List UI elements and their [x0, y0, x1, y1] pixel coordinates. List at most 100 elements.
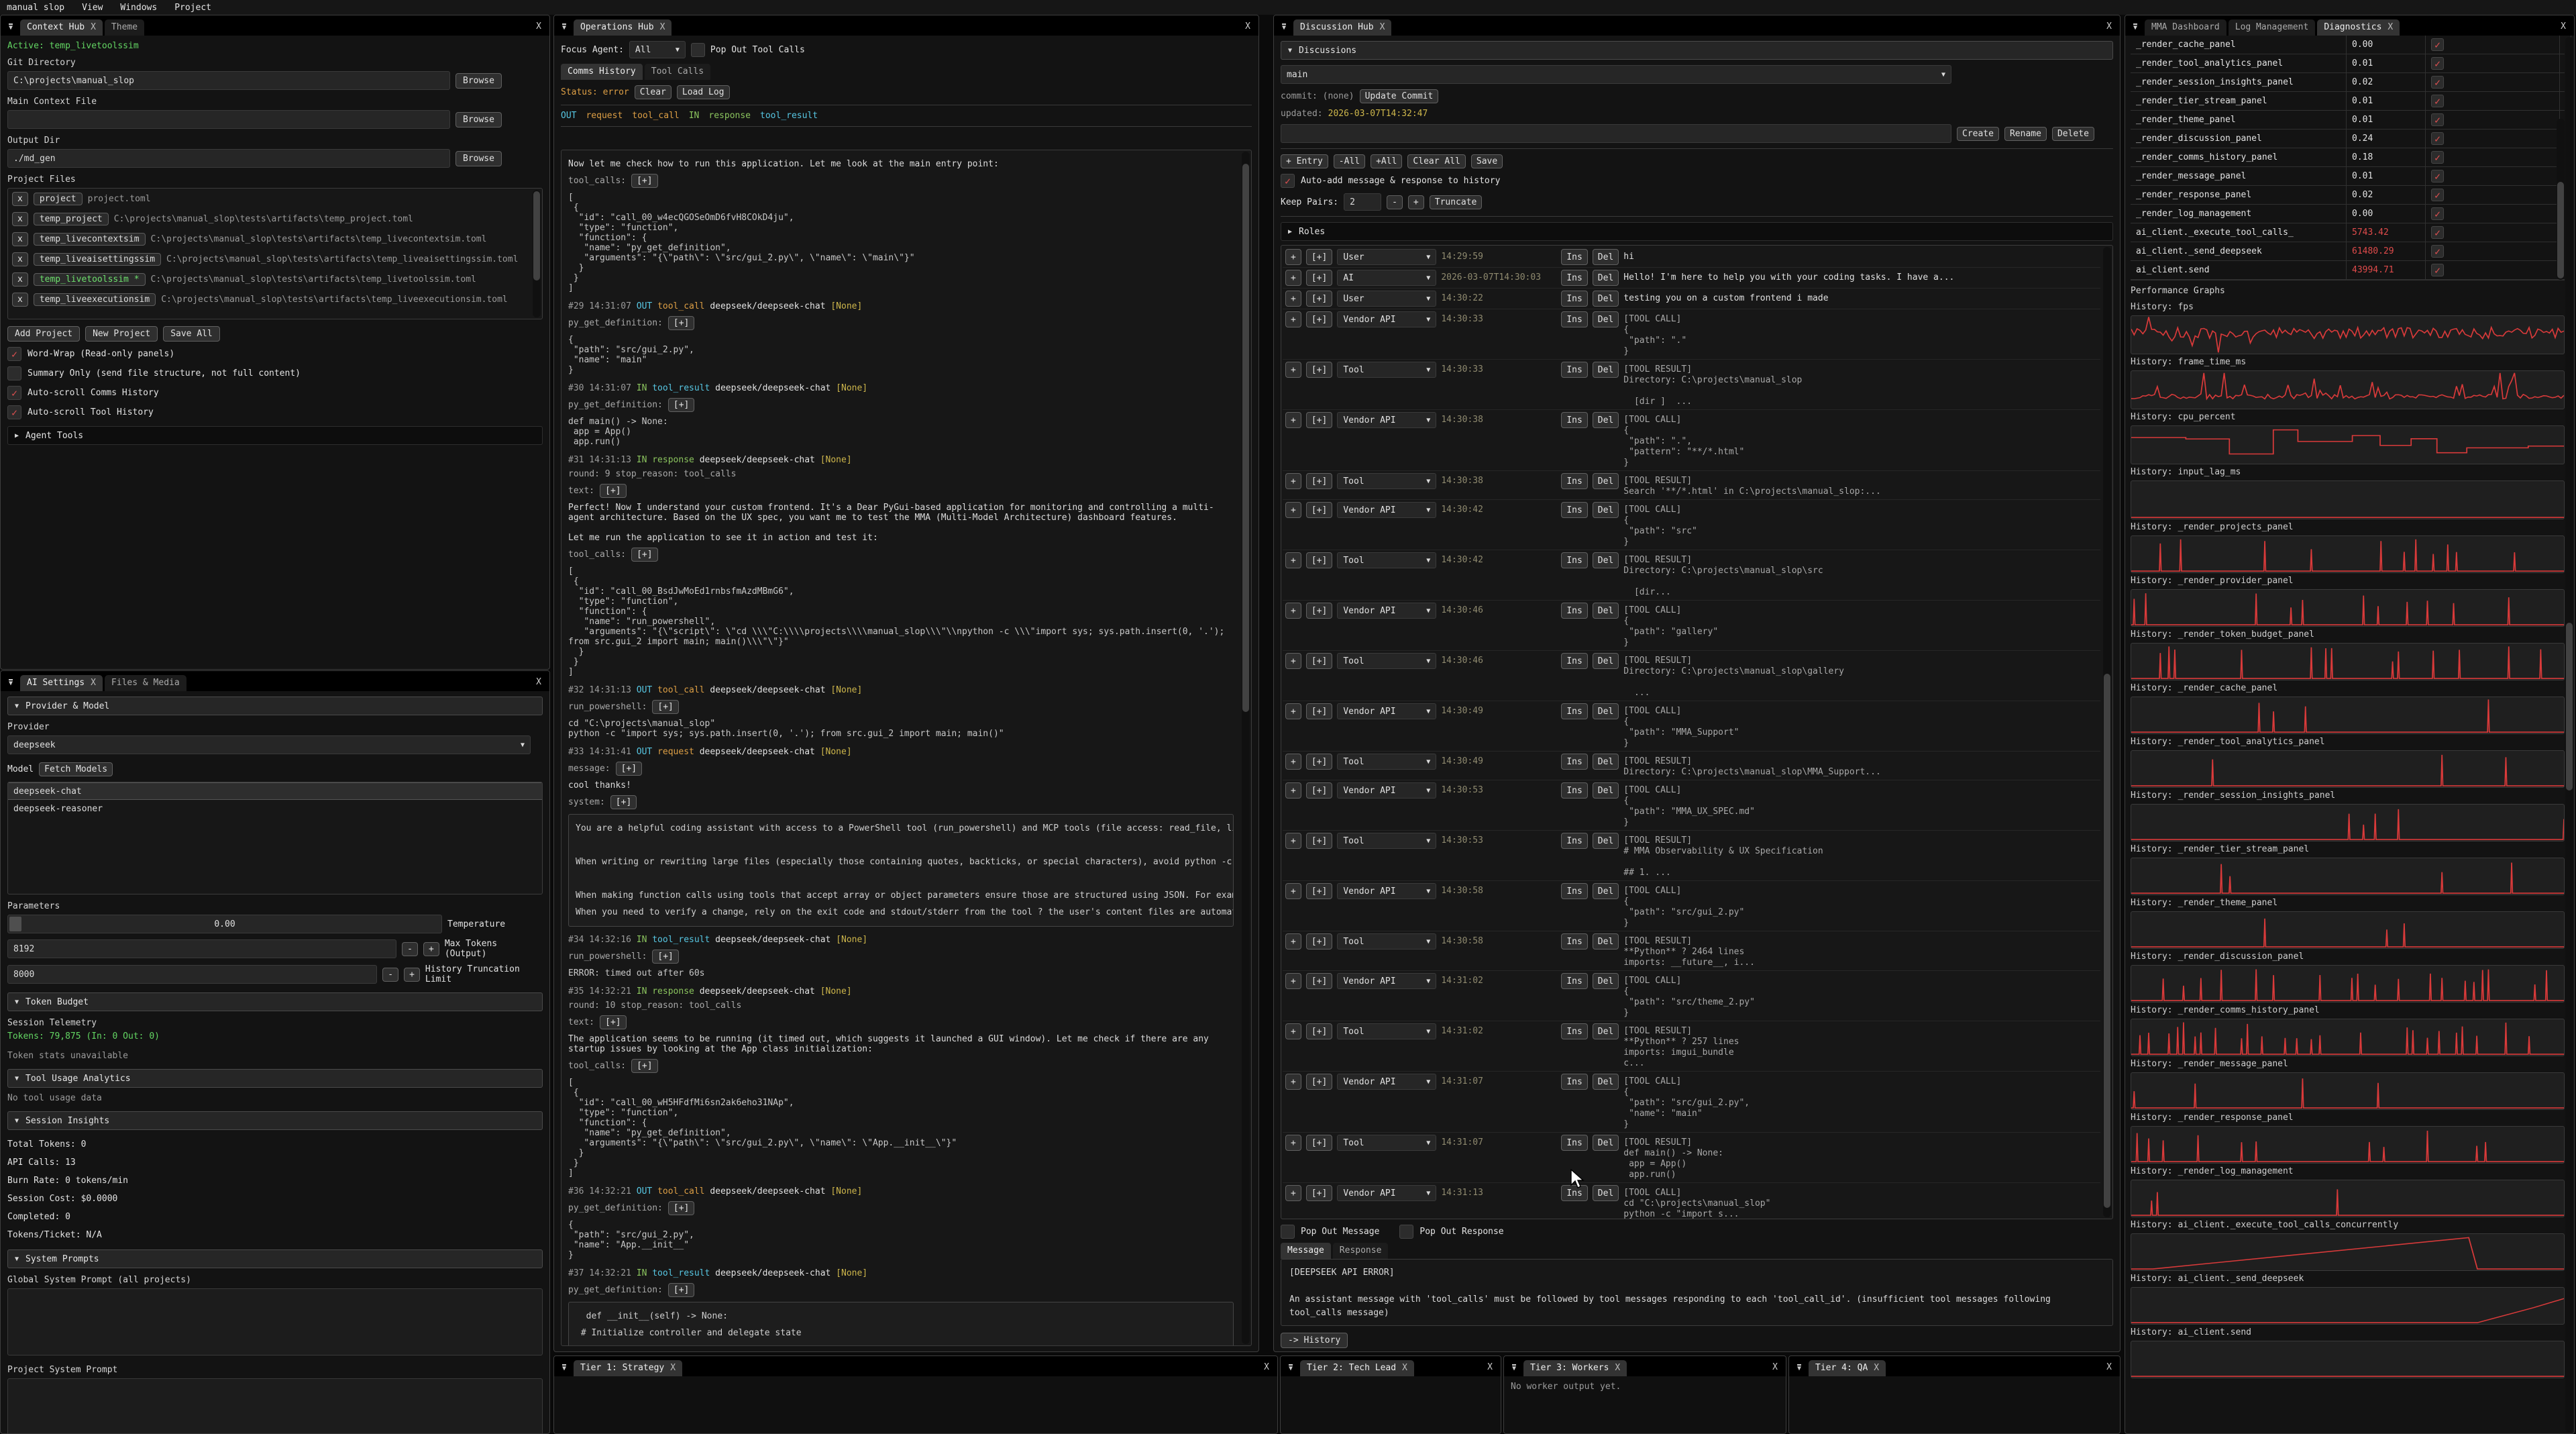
entry-insert-button[interactable]: Ins: [1561, 973, 1587, 989]
expand-button[interactable]: [+]: [610, 795, 637, 809]
truncate-button[interactable]: Truncate: [1430, 195, 1483, 209]
entry-expand-button[interactable]: [+]: [1306, 473, 1332, 489]
project-files-scrollbar[interactable]: [533, 190, 541, 317]
entry-delete-button[interactable]: Del: [1593, 603, 1619, 619]
entry-insert-button[interactable]: Ins: [1561, 603, 1587, 619]
expand-button[interactable]: [+]: [600, 1015, 626, 1029]
checkbox[interactable]: ✓: [7, 366, 21, 380]
entry-delete-button[interactable]: Del: [1593, 412, 1619, 428]
entry-delete-button[interactable]: Del: [1593, 1023, 1619, 1039]
add-entry-button[interactable]: + Entry: [1281, 154, 1328, 168]
metric-checkbox[interactable]: ✓: [2431, 38, 2444, 51]
entry-add-button[interactable]: +: [1285, 552, 1301, 568]
close-icon[interactable]: X: [1615, 1363, 1620, 1373]
entry-role-select[interactable]: Vendor API▼: [1337, 311, 1436, 327]
entry-delete-button[interactable]: Del: [1593, 933, 1619, 950]
remove-file-button[interactable]: x: [12, 293, 28, 307]
entry-insert-button[interactable]: Ins: [1561, 270, 1587, 286]
model-option[interactable]: deepseek-chat: [8, 782, 542, 800]
entry-insert-button[interactable]: Ins: [1561, 703, 1587, 719]
entry-delete-button[interactable]: Del: [1593, 653, 1619, 669]
collapse-icon[interactable]: ▼: [1277, 19, 1291, 34]
collapse-icon[interactable]: ▼: [2128, 19, 2143, 34]
discussions-header[interactable]: ▼ Discussions: [1281, 41, 2113, 60]
minus-button[interactable]: -: [382, 968, 398, 982]
entry-insert-button[interactable]: Ins: [1561, 412, 1587, 428]
window-close-icon[interactable]: X: [531, 677, 547, 691]
entry-add-button[interactable]: +: [1285, 311, 1301, 327]
entry-role-select[interactable]: User▼: [1337, 291, 1436, 307]
focus-agent-select[interactable]: All▼: [629, 41, 686, 58]
entry-delete-button[interactable]: Del: [1593, 782, 1619, 799]
close-icon[interactable]: X: [91, 678, 96, 688]
entry-add-button[interactable]: +: [1285, 782, 1301, 799]
entry-add-button[interactable]: +: [1285, 1185, 1301, 1201]
token-budget-header[interactable]: ▼ Token Budget: [7, 992, 543, 1011]
minus-button[interactable]: -: [402, 942, 418, 956]
entry-add-button[interactable]: +: [1285, 291, 1301, 307]
agent-tools-header[interactable]: ▶ Agent Tools: [7, 426, 543, 445]
entry-insert-button[interactable]: Ins: [1561, 653, 1587, 669]
entry-role-select[interactable]: Tool▼: [1337, 833, 1436, 849]
entry-expand-button[interactable]: [+]: [1306, 703, 1332, 719]
entries-list[interactable]: +[+]User▼14:29:59InsDelhi+[+]AI▼2026-03-…: [1281, 245, 2113, 1219]
entry-role-select[interactable]: Vendor API▼: [1337, 703, 1436, 719]
entry-delete-button[interactable]: Del: [1593, 754, 1619, 770]
max-tokens-input[interactable]: 8192: [7, 939, 396, 958]
entry-add-button[interactable]: +: [1285, 973, 1301, 989]
metric-checkbox[interactable]: ✓: [2431, 151, 2444, 164]
collapse-icon[interactable]: ▼: [3, 675, 18, 690]
project-file-name-button[interactable]: temp_livecontextsim: [34, 233, 146, 246]
entry-role-select[interactable]: Tool▼: [1337, 1023, 1436, 1039]
entry-role-select[interactable]: Vendor API▼: [1337, 883, 1436, 899]
entry-expand-button[interactable]: [+]: [1306, 782, 1332, 799]
entry-add-button[interactable]: +: [1285, 412, 1301, 428]
close-icon[interactable]: X: [670, 1363, 676, 1373]
metric-checkbox[interactable]: ✓: [2431, 76, 2444, 89]
popout-message-checkbox[interactable]: ✓: [1281, 1225, 1295, 1239]
metric-checkbox[interactable]: ✓: [2431, 189, 2444, 201]
entry-expand-button[interactable]: [+]: [1306, 603, 1332, 619]
entry-delete-button[interactable]: Del: [1593, 883, 1619, 899]
entry-delete-button[interactable]: Del: [1593, 1185, 1619, 1201]
plus-button[interactable]: +: [423, 942, 439, 956]
entry-add-button[interactable]: +: [1285, 933, 1301, 950]
project-prompt-textarea[interactable]: [7, 1378, 543, 1433]
entry-expand-button[interactable]: [+]: [1306, 1135, 1332, 1151]
entry-delete-button[interactable]: Del: [1593, 703, 1619, 719]
fetch-models-button[interactable]: Fetch Models: [39, 762, 113, 776]
entry-delete-button[interactable]: Del: [1593, 362, 1619, 378]
entry-delete-button[interactable]: Del: [1593, 311, 1619, 327]
tab-files-media[interactable]: Files & Media: [105, 675, 186, 691]
project-file-name-button[interactable]: temp_project: [34, 213, 109, 225]
metric-checkbox[interactable]: ✓: [2431, 264, 2444, 276]
temperature-slider[interactable]: 0.00: [7, 915, 442, 933]
entry-insert-button[interactable]: Ins: [1561, 883, 1587, 899]
entry-add-button[interactable]: +: [1285, 362, 1301, 378]
session-insights-header[interactable]: ▼ Session Insights: [7, 1111, 543, 1130]
remove-file-button[interactable]: x: [12, 212, 28, 226]
entry-insert-button[interactable]: Ins: [1561, 249, 1587, 265]
entry-role-select[interactable]: Tool▼: [1337, 933, 1436, 950]
expand-button[interactable]: [+]: [652, 950, 678, 964]
entry-insert-button[interactable]: Ins: [1561, 754, 1587, 770]
entry-add-button[interactable]: +: [1285, 703, 1301, 719]
metric-checkbox[interactable]: ✓: [2431, 170, 2444, 183]
menu-item-view[interactable]: View: [82, 3, 103, 13]
entry-insert-button[interactable]: Ins: [1561, 311, 1587, 327]
window-close-icon[interactable]: X: [531, 21, 547, 36]
git-directory-input[interactable]: C:\projects\manual_slop: [7, 71, 450, 90]
entry-expand-button[interactable]: [+]: [1306, 933, 1332, 950]
timings-table-scrollbar[interactable]: [2557, 119, 2565, 280]
entry-delete-button[interactable]: Del: [1593, 473, 1619, 489]
close-icon[interactable]: X: [1380, 22, 1385, 32]
provider-select[interactable]: deepseek▼: [7, 735, 531, 754]
tool-usage-header[interactable]: ▼ Tool Usage Analytics: [7, 1069, 543, 1088]
entry-role-select[interactable]: Vendor API▼: [1337, 1185, 1436, 1201]
close-icon[interactable]: X: [1402, 1363, 1407, 1373]
entry-insert-button[interactable]: Ins: [1561, 552, 1587, 568]
expand-button[interactable]: [+]: [668, 1283, 694, 1297]
entry-add-button[interactable]: +: [1285, 883, 1301, 899]
metric-checkbox[interactable]: ✓: [2431, 226, 2444, 239]
collapse-icon[interactable]: ▼: [1792, 1360, 1807, 1375]
